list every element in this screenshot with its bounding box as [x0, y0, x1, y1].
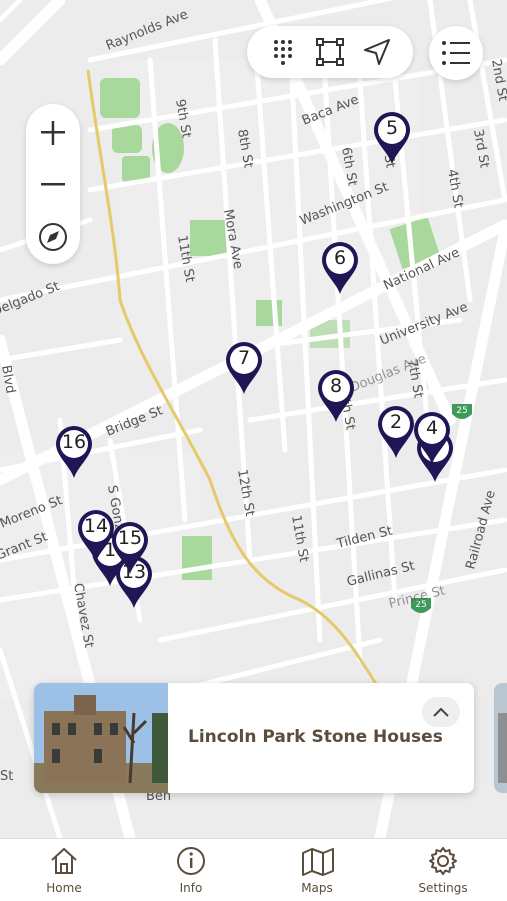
- map-marker[interactable]: 6: [320, 240, 360, 296]
- bottom-nav: Home Info Maps Settings: [0, 838, 507, 901]
- location-card[interactable]: Lincoln Park Stone Houses: [34, 683, 474, 793]
- map-marker[interactable]: 4: [412, 410, 452, 466]
- gear-icon: [429, 847, 457, 875]
- nav-info[interactable]: Info: [141, 839, 241, 901]
- nav-maps[interactable]: Maps: [267, 839, 367, 901]
- highway-shield: 25: [456, 406, 467, 416]
- zoom-controls: [26, 104, 80, 264]
- navigation-arrow-icon[interactable]: [361, 36, 393, 68]
- chevron-up-icon[interactable]: [422, 697, 460, 727]
- map-marker[interactable]: 5: [372, 110, 412, 166]
- grid-icon[interactable]: [267, 36, 299, 68]
- map-tools-bar: [247, 26, 413, 78]
- map-marker[interactable]: 16: [54, 424, 94, 480]
- nav-settings[interactable]: Settings: [393, 839, 493, 901]
- nav-label: Home: [46, 881, 82, 895]
- info-icon: [177, 847, 205, 875]
- map-marker[interactable]: 2: [376, 404, 416, 460]
- zoom-in-button[interactable]: [26, 108, 80, 158]
- nav-home[interactable]: Home: [14, 839, 114, 901]
- home-icon: [51, 847, 77, 874]
- square-select-icon[interactable]: [314, 36, 346, 68]
- nav-label: Settings: [418, 881, 468, 895]
- location-title: Lincoln Park Stone Houses: [188, 727, 443, 747]
- map-icon: [302, 848, 334, 876]
- nav-label: Maps: [301, 881, 333, 895]
- map-marker[interactable]: 8: [316, 368, 356, 424]
- compass-icon[interactable]: [26, 212, 80, 262]
- zoom-out-button[interactable]: [26, 160, 80, 210]
- street-label: St: [0, 769, 13, 784]
- nav-label: Info: [179, 881, 203, 895]
- map-marker[interactable]: 15: [110, 520, 150, 576]
- list-icon[interactable]: [429, 26, 483, 80]
- next-location-card[interactable]: [494, 683, 507, 793]
- map-marker[interactable]: 7: [224, 340, 264, 396]
- location-photo: [34, 683, 168, 793]
